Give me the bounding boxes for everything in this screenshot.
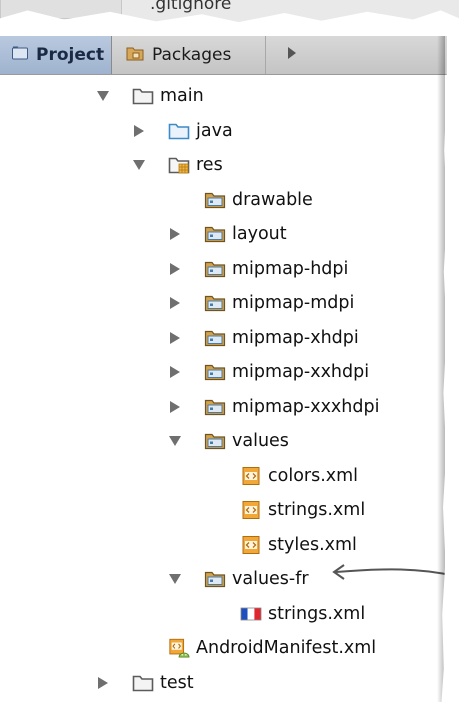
collapse-right-arrow-icon[interactable]: [168, 365, 182, 379]
tree-row-java-1[interactable]: java: [132, 116, 233, 146]
xml-file-icon: [240, 466, 262, 486]
tree-row-label: strings.xml: [268, 500, 366, 520]
xml-file-icon: [240, 500, 262, 520]
tree-row-test-17[interactable]: test: [96, 668, 194, 698]
tree-row-label: mipmap-xxhdpi: [232, 362, 370, 382]
tree-row-label: java: [196, 120, 233, 141]
collapse-right-arrow-icon[interactable]: [168, 296, 182, 310]
package-folder-icon: [204, 293, 226, 313]
tree-row-strings-xml-12[interactable]: strings.xml: [204, 495, 365, 525]
package-folder-icon: [204, 224, 226, 244]
tree-row-label: values: [232, 431, 289, 451]
tree-row-label: drawable: [232, 189, 313, 210]
tree-row-label: layout: [232, 224, 287, 244]
package-folder-icon: [204, 190, 226, 210]
package-folder-icon: [204, 431, 226, 451]
source-folder-icon: [168, 121, 190, 141]
tree-row-label: mipmap-hdpi: [232, 258, 349, 279]
tree-row-values-fr-14[interactable]: values-fr: [168, 564, 309, 594]
package-folder-icon: [204, 259, 226, 279]
tree-row-label: mipmap-xxxhdpi: [232, 396, 380, 417]
tree-row-styles-xml-13[interactable]: styles.xml: [204, 530, 357, 560]
collapse-right-arrow-icon[interactable]: [96, 676, 110, 690]
tree-row-label: mipmap-xhdpi: [232, 327, 359, 348]
tree-row-colors-xml-11[interactable]: colors.xml: [204, 461, 358, 491]
editor-tab[interactable]: [0, 0, 122, 19]
tree-row-mipmap-xhdpi-7[interactable]: mipmap-xhdpi: [168, 323, 359, 353]
package-folder-icon: [204, 362, 226, 382]
expand-down-arrow-icon[interactable]: [96, 89, 110, 103]
tab-packages[interactable]: Packages: [114, 36, 266, 74]
tree-row-label: strings.xml: [268, 603, 366, 624]
tree-row-mipmap-hdpi-5[interactable]: mipmap-hdpi: [168, 254, 348, 284]
french-flag-icon: [240, 604, 262, 624]
package-folder-icon: [204, 328, 226, 348]
editor-tab-strip: .gitignore: [0, 0, 459, 23]
tab-project[interactable]: Project: [0, 36, 112, 74]
expand-down-arrow-icon[interactable]: [132, 158, 146, 172]
tree-row-label: res: [196, 155, 223, 175]
expand-down-arrow-icon[interactable]: [168, 572, 182, 586]
tree-row-mipmap-xxhdpi-8[interactable]: mipmap-xxhdpi: [168, 357, 369, 387]
android-manifest-icon: [168, 638, 190, 658]
packages-icon: [126, 45, 144, 66]
tree-row-values-10[interactable]: values: [168, 426, 289, 456]
tree-row-mipmap-mdpi-6[interactable]: mipmap-mdpi: [168, 288, 354, 318]
tree-row-label: colors.xml: [268, 465, 359, 486]
tree-row-layout-4[interactable]: layout: [168, 219, 287, 249]
project-tool-window: .gitignore Project Packages main java re…: [0, 0, 459, 709]
tree-row-label: values-fr: [232, 569, 309, 589]
tab-packages-label: Packages: [152, 45, 232, 65]
xml-file-icon: [240, 535, 262, 555]
tree-row-main-0[interactable]: main: [96, 81, 204, 111]
folder-icon: [132, 673, 154, 693]
project-tree: main java res drawable layout mipmap-hdpi mipm…: [0, 74, 459, 709]
collapse-right-arrow-icon[interactable]: [168, 227, 182, 241]
collapse-right-arrow-icon[interactable]: [168, 331, 182, 345]
folder-icon: [132, 86, 154, 106]
collapse-right-arrow-icon[interactable]: [132, 124, 146, 138]
package-folder-icon: [204, 397, 226, 417]
tree-row-label: test: [160, 672, 194, 693]
editor-tab-gitignore[interactable]: .gitignore: [150, 0, 231, 14]
tree-row-label: AndroidManifest.xml: [196, 638, 377, 658]
tree-row-drawable-3[interactable]: drawable: [168, 185, 313, 215]
tree-row-strings-xml-15[interactable]: strings.xml: [204, 599, 365, 629]
tree-row-label: mipmap-mdpi: [232, 293, 355, 313]
tree-row-androidmanifest-xml-16[interactable]: AndroidManifest.xml: [132, 633, 376, 663]
resource-folder-icon: [168, 155, 190, 175]
tree-row-mipmap-xxxhdpi-9[interactable]: mipmap-xxxhdpi: [168, 392, 379, 422]
tab-project-label: Project: [36, 45, 105, 65]
collapse-right-arrow-icon[interactable]: [168, 262, 182, 276]
tree-row-label: styles.xml: [268, 534, 357, 555]
tree-row-label: main: [160, 86, 204, 106]
chevron-right-icon: [287, 47, 297, 63]
tree-row-res-2[interactable]: res: [132, 150, 223, 180]
more-tabs-button[interactable]: [272, 36, 312, 74]
project-icon: [12, 45, 28, 65]
expand-down-arrow-icon[interactable]: [168, 434, 182, 448]
tool-window-tab-bar: Project Packages: [0, 36, 459, 75]
collapse-right-arrow-icon[interactable]: [168, 400, 182, 414]
package-folder-icon: [204, 569, 226, 589]
